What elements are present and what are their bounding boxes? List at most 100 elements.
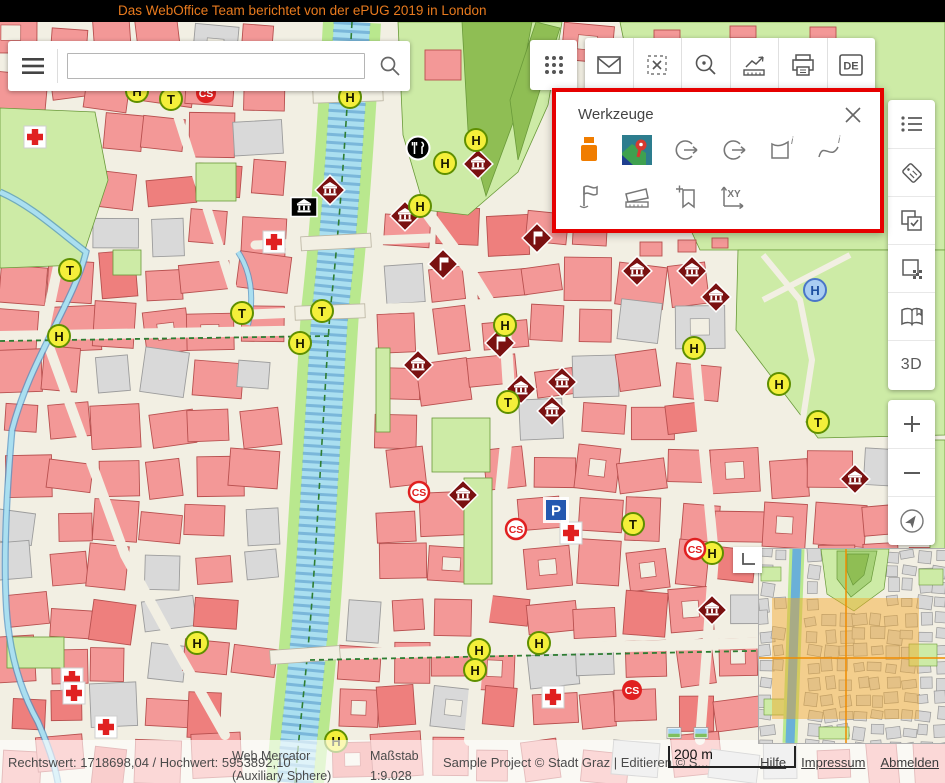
measure-button[interactable] bbox=[730, 38, 779, 92]
selection-icon bbox=[899, 208, 925, 234]
sidebar-transparency-button[interactable] bbox=[888, 244, 935, 292]
sidebar-layer-list-button[interactable] bbox=[888, 100, 935, 148]
sidebar-tools: 3D bbox=[888, 100, 935, 390]
clear-selection-icon bbox=[643, 51, 671, 79]
map-preview-icon bbox=[620, 133, 654, 167]
pharmacy-cross-marker bbox=[95, 716, 117, 738]
pharmacy-cross-marker bbox=[63, 682, 85, 704]
minimap-collapse-button[interactable] bbox=[733, 547, 762, 573]
projection-label: Web Mercator (Auxiliary Sphere) bbox=[232, 746, 350, 783]
tool-bookmark-add[interactable] bbox=[665, 177, 705, 217]
bus-stop-marker: H bbox=[289, 332, 311, 354]
menu-button[interactable] bbox=[8, 41, 57, 91]
tool-flag-point[interactable] bbox=[569, 177, 609, 217]
svg-text:H: H bbox=[470, 663, 479, 678]
photo-marker bbox=[694, 728, 708, 739]
tool-map-preview[interactable] bbox=[617, 130, 657, 170]
tram-stop-marker: T bbox=[807, 411, 829, 433]
parking-marker: P bbox=[543, 497, 569, 523]
svg-text:H: H bbox=[500, 318, 509, 333]
scale-label: Maßstab bbox=[370, 749, 419, 763]
tool-polygon-info[interactable]: i bbox=[761, 130, 801, 170]
panel-title: Werkzeuge bbox=[578, 106, 654, 123]
cs-marker: CS bbox=[506, 519, 526, 539]
locate-button[interactable] bbox=[888, 496, 935, 544]
tool-coordinates-xy[interactable]: XY bbox=[713, 177, 753, 217]
zoom-out-button[interactable] bbox=[888, 448, 935, 496]
sidebar-3d-button[interactable]: 3D bbox=[888, 340, 935, 388]
panel-close-button[interactable] bbox=[840, 102, 866, 128]
sidebar-legend-button[interactable] bbox=[888, 292, 935, 340]
svg-text:i: i bbox=[791, 136, 794, 147]
tool-circle-arrow-2[interactable] bbox=[713, 130, 753, 170]
circle-arrow-out-icon bbox=[716, 133, 750, 167]
svg-text:H: H bbox=[295, 336, 304, 351]
tram-stop-marker: T bbox=[622, 513, 644, 535]
bus-stop-marker: H bbox=[409, 195, 431, 217]
banner-text: Das WebOffice Team berichtet von der ePU… bbox=[118, 0, 486, 22]
pharmacy-cross-marker bbox=[560, 522, 582, 544]
svg-text:T: T bbox=[318, 304, 326, 319]
sidebar-zoom bbox=[888, 400, 935, 545]
search-input[interactable] bbox=[67, 53, 365, 79]
news-ticker-banner: Das WebOffice Team berichtet von der ePU… bbox=[0, 0, 945, 22]
language-de-icon: DE bbox=[836, 50, 866, 80]
clear-selection-button[interactable] bbox=[633, 38, 682, 92]
svg-text:T: T bbox=[66, 263, 74, 278]
tool-circle-arrow-1[interactable] bbox=[665, 130, 705, 170]
print-button[interactable] bbox=[778, 38, 827, 92]
svg-text:P: P bbox=[551, 503, 561, 520]
mail-button[interactable] bbox=[585, 38, 633, 92]
transparency-icon bbox=[899, 256, 925, 282]
bus-stop-marker: H bbox=[468, 639, 490, 661]
tool-dimension[interactable] bbox=[617, 177, 657, 217]
print-icon bbox=[789, 51, 817, 79]
restaurant-marker bbox=[407, 137, 430, 160]
tool-line-info[interactable]: i bbox=[809, 130, 849, 170]
pharmacy-cross-marker bbox=[24, 126, 46, 148]
circle-arrow-out-icon bbox=[668, 133, 702, 167]
svg-text:H: H bbox=[192, 636, 201, 651]
svg-text:H: H bbox=[471, 133, 480, 148]
language-label: DE bbox=[844, 61, 859, 73]
measure-icon bbox=[740, 51, 768, 79]
flag-icon bbox=[572, 180, 606, 214]
svg-text:CS: CS bbox=[412, 487, 427, 499]
tools-panel: Werkzeuge bbox=[552, 88, 884, 233]
impressum-link[interactable]: Impressum bbox=[801, 755, 865, 770]
svg-text:H: H bbox=[774, 377, 783, 392]
logout-link[interactable]: Abmelden bbox=[880, 755, 939, 770]
overview-map[interactable] bbox=[758, 548, 945, 744]
svg-text:T: T bbox=[504, 395, 512, 410]
tram-stop-marker: T bbox=[231, 302, 253, 324]
scale-bar-label: 200 m bbox=[674, 746, 713, 762]
zoom-point-icon bbox=[692, 51, 720, 79]
pharmacy-cross-marker bbox=[542, 686, 564, 708]
bus-stop-marker: H bbox=[434, 152, 456, 174]
marker-symbol-icon bbox=[571, 132, 607, 168]
svg-text:H: H bbox=[440, 156, 449, 171]
bus-stop-marker: H bbox=[528, 632, 550, 654]
bookmark-add-icon bbox=[668, 180, 702, 214]
close-icon bbox=[843, 105, 863, 125]
apps-grid-button[interactable] bbox=[530, 40, 577, 90]
cs-marker: CS bbox=[685, 539, 705, 559]
search-button[interactable] bbox=[371, 41, 410, 91]
sidebar-selection-button[interactable] bbox=[888, 196, 935, 244]
svg-text:T: T bbox=[167, 92, 175, 107]
legend-book-icon bbox=[899, 304, 925, 330]
zoom-point-button[interactable] bbox=[681, 38, 730, 92]
tool-marker-symbol[interactable] bbox=[569, 130, 609, 170]
help-link[interactable]: Hilfe bbox=[760, 755, 786, 770]
svg-text:T: T bbox=[629, 517, 637, 532]
bus-stop-marker: H bbox=[464, 659, 486, 681]
language-button[interactable]: DE bbox=[827, 38, 876, 92]
main-toolbar: DE bbox=[585, 38, 875, 92]
line-info-icon: i bbox=[812, 133, 846, 167]
zoom-in-button[interactable] bbox=[888, 400, 935, 448]
hamburger-icon bbox=[20, 53, 46, 79]
svg-text:H: H bbox=[474, 643, 483, 658]
sidebar-labels-button[interactable] bbox=[888, 148, 935, 196]
status-bar: Rechtswert: 1718698,04 / Hochwert: 59538… bbox=[0, 740, 945, 783]
apps-grid-icon bbox=[541, 52, 567, 78]
